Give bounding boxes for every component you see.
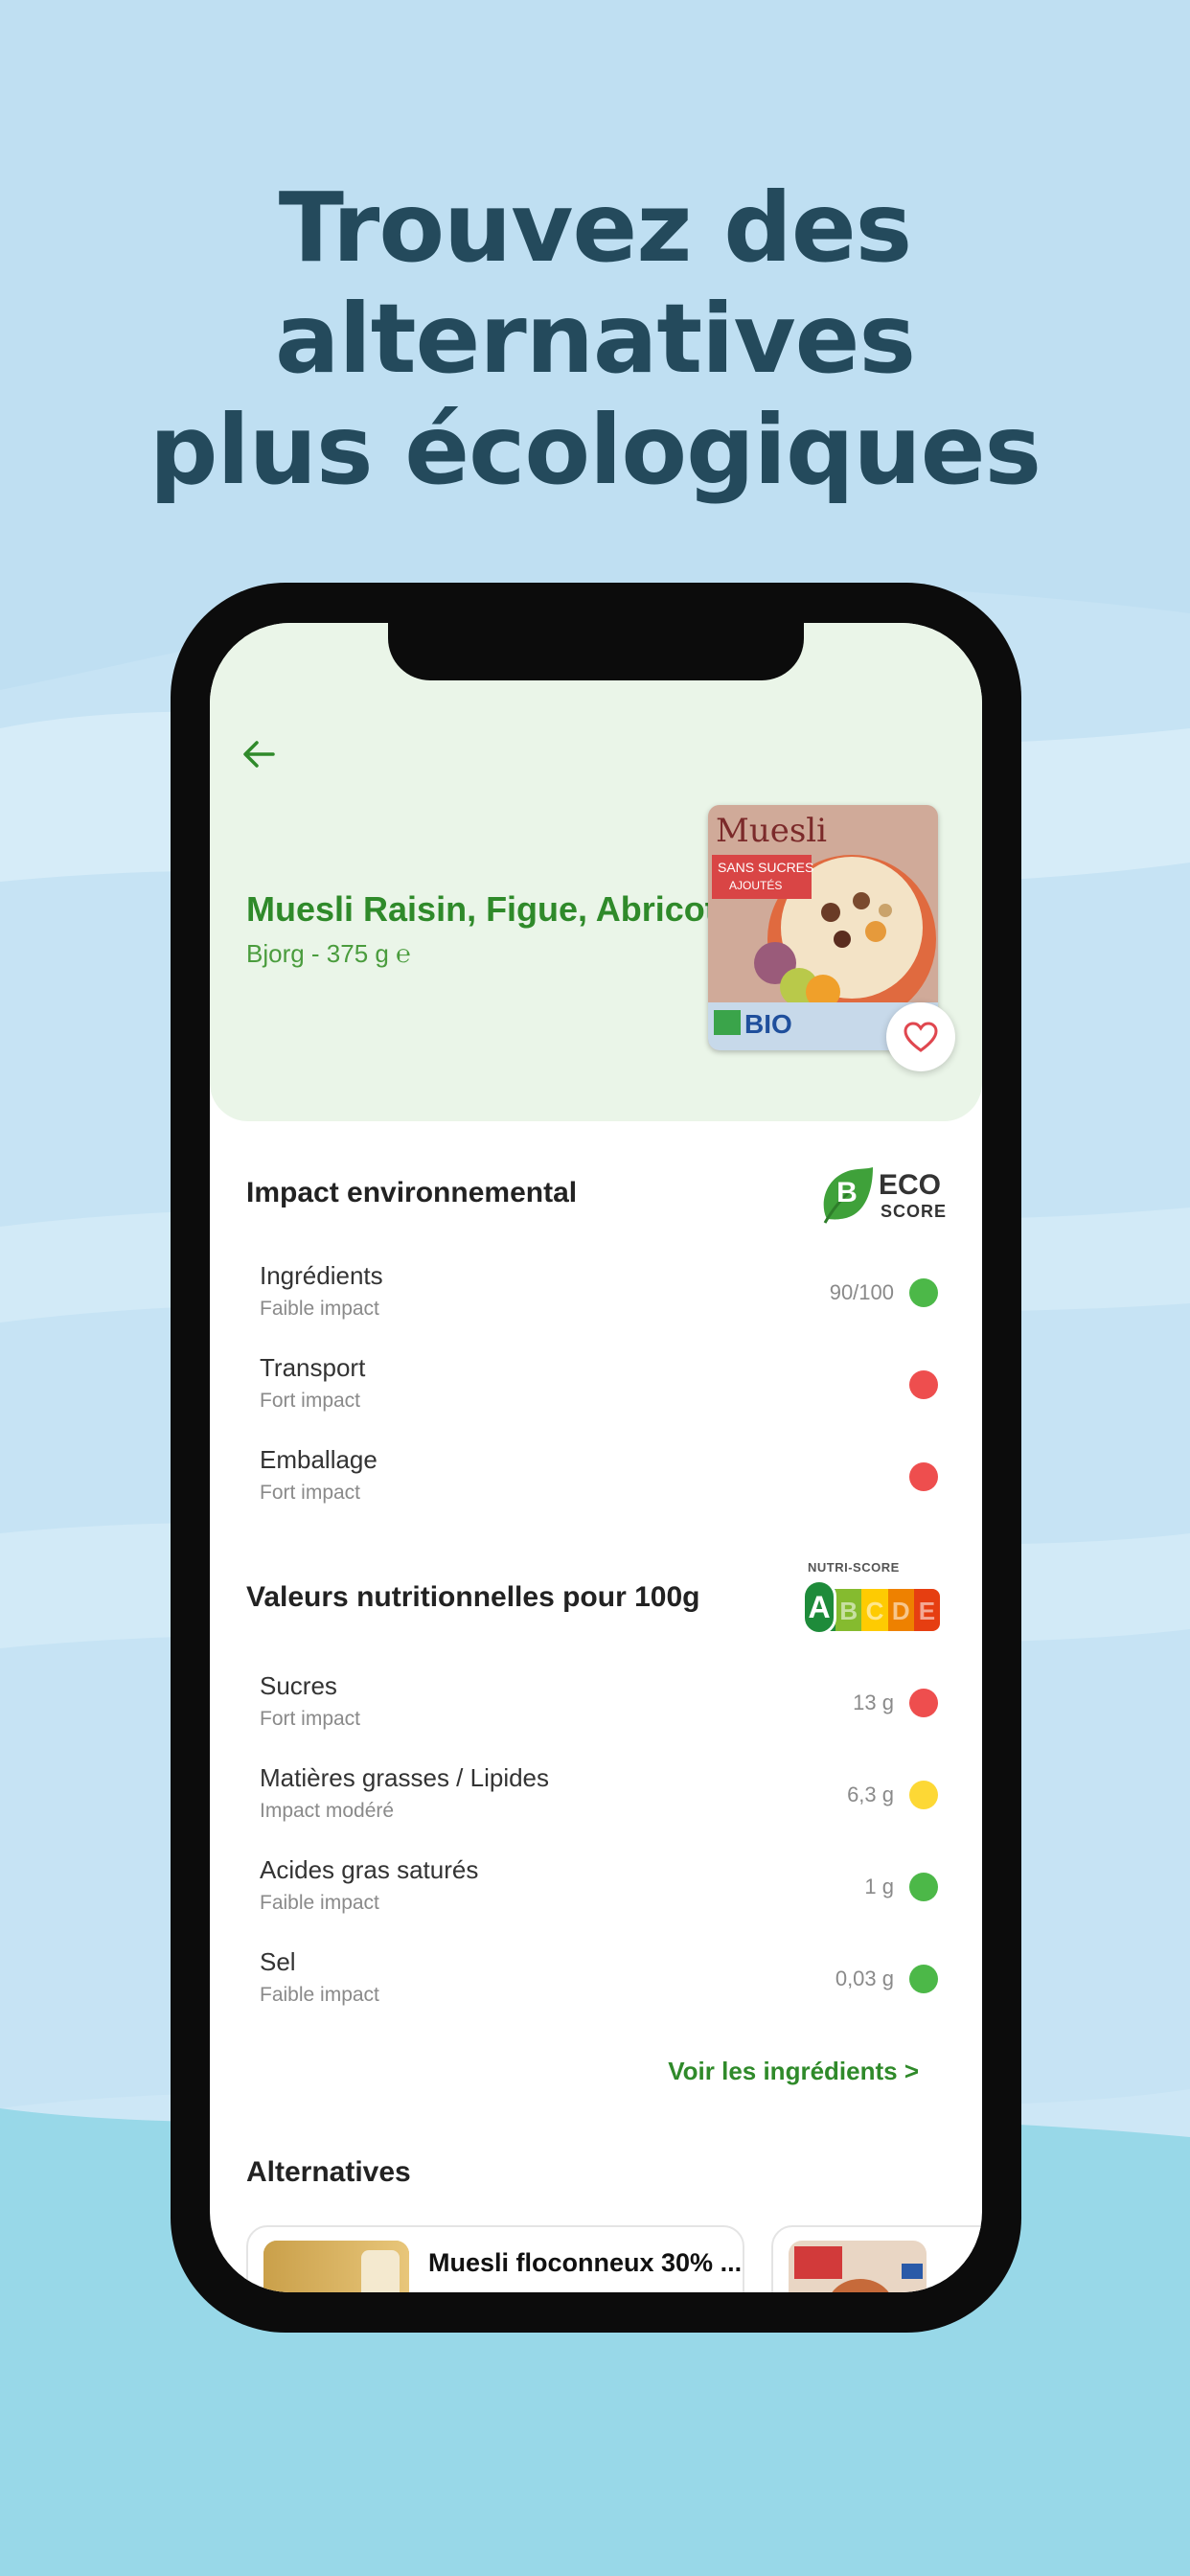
nutrition-row-value: 0,03 g [835, 1966, 894, 1990]
eco-row-name: Ingrédients [260, 1261, 383, 1290]
status-dot [909, 1873, 938, 1901]
nutrition-row-name: Matières grasses / Lipides [260, 1763, 550, 1792]
nutrition-row-value: 13 g [853, 1690, 894, 1714]
status-dot [909, 1781, 938, 1809]
svg-text:Muesli: Muesli [716, 812, 827, 850]
product-subtitle: Bjorg - 375 g ℮ [246, 939, 411, 968]
alternative-card[interactable] [771, 2225, 982, 2292]
status-dot [909, 1278, 938, 1307]
svg-text:BIO: BIO [744, 1009, 792, 1039]
alternative-image [263, 2241, 409, 2292]
see-ingredients-link[interactable]: Voir les ingrédients > [668, 2057, 919, 2086]
eco-row-name: Transport [260, 1353, 366, 1382]
nutrition-row[interactable]: Acides gras saturés Faible impact 1 g [260, 1855, 938, 1932]
nutrition-row-value: 6,3 g [847, 1782, 894, 1806]
svg-text:AJOUTÉS: AJOUTÉS [729, 878, 782, 892]
nutri-score-label: NUTRI-SCORE [808, 1560, 900, 1575]
phone-frame: Muesli Raisin, Figue, Abricot Bjorg - 37… [171, 583, 1021, 2333]
nutrition-row-name: Sel [260, 1947, 296, 1976]
nutrition-row[interactable]: Sel Faible impact 0,03 g [260, 1947, 938, 2024]
alternative-image [789, 2241, 927, 2292]
eco-score-badge[interactable]: B ECO SCORE [819, 1165, 948, 1227]
alternative-title: Muesli floconneux 30% ... [428, 2248, 743, 2277]
eco-score-label-2: SCORE [881, 1202, 948, 1221]
product-header: Muesli Raisin, Figue, Abricot Bjorg - 37… [210, 623, 982, 1121]
nutrition-row-impact: Faible impact [260, 1984, 379, 2006]
alternative-card[interactable]: Muesli floconneux 30% ... [246, 2225, 744, 2292]
nutrition-row-impact: Fort impact [260, 1708, 361, 1730]
nutri-score-badge[interactable]: NUTRI-SCORE B C D E A [802, 1560, 946, 1639]
eco-row-name: Emballage [260, 1445, 378, 1474]
nutrition-row-name: Sucres [260, 1671, 337, 1700]
alternatives-title: Alternatives [246, 2156, 411, 2188]
eco-row[interactable]: Ingrédients Faible impact 90/100 [260, 1261, 938, 1338]
eco-row-impact: Faible impact [260, 1298, 379, 1320]
nutrition-row[interactable]: Matières grasses / Lipides Impact modéré 6… [260, 1763, 938, 1840]
nutrition-row[interactable]: Sucres Fort impact 13 g [260, 1671, 938, 1748]
favorite-button[interactable] [886, 1002, 955, 1071]
nutrition-section-title: Valeurs nutritionnelles pour 100g [246, 1581, 700, 1613]
headline-line-1: Trouvez des alternatives [275, 172, 916, 395]
nutrition-row-value: 1 g [864, 1874, 894, 1898]
product-name: Muesli Raisin, Figue, Abricot [246, 889, 717, 929]
eco-row[interactable]: Emballage Fort impact [260, 1445, 938, 1522]
headline-line-2: plus écologiques [149, 394, 1041, 506]
eco-row[interactable]: Transport Fort impact [260, 1353, 938, 1430]
eco-row-impact: Fort impact [260, 1482, 361, 1504]
eco-row-impact: Fort impact [260, 1390, 361, 1412]
back-button[interactable] [235, 730, 283, 778]
arrow-left-icon [243, 741, 275, 768]
status-dot [909, 1462, 938, 1491]
svg-text:SANS SUCRES: SANS SUCRES [718, 860, 813, 875]
status-dot [909, 1689, 938, 1717]
eco-score-grade: B [836, 1177, 858, 1208]
headline: Trouvez des alternatives plus écologique… [0, 172, 1190, 506]
nutrition-row-impact: Faible impact [260, 1892, 379, 1914]
status-dot [909, 1965, 938, 1993]
status-dot [909, 1370, 938, 1399]
phone-notch [388, 623, 804, 680]
eco-score-label-1: ECO [879, 1169, 942, 1201]
nutrition-row-name: Acides gras saturés [260, 1855, 479, 1884]
heart-icon [904, 1022, 938, 1052]
nutri-score-scale: B C D E A [802, 1579, 942, 1637]
nutri-score-selected: A [802, 1579, 836, 1635]
nutrition-row-impact: Impact modéré [260, 1800, 395, 1822]
eco-section-title: Impact environnemental [246, 1177, 578, 1208]
phone-screen: Muesli Raisin, Figue, Abricot Bjorg - 37… [210, 623, 982, 2292]
eco-row-value: 90/100 [829, 1280, 894, 1304]
